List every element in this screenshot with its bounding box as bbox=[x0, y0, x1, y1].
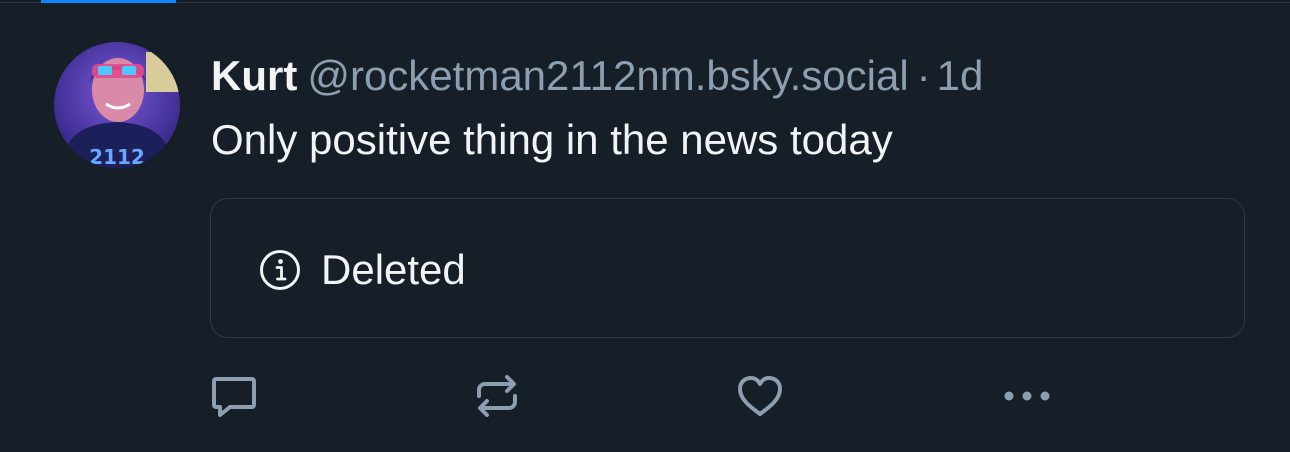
feed-post[interactable]: 2112 Kurt @rocketman2112nm.bsky.social · 1d… bbox=[0, 4, 1290, 452]
feed-divider bbox=[0, 0, 1290, 3]
active-tab-indicator bbox=[41, 0, 176, 3]
post-text: Only positive thing in the news today bbox=[211, 116, 893, 163]
speech-bubble-icon bbox=[212, 377, 256, 417]
like-button[interactable] bbox=[734, 370, 786, 422]
author-avatar[interactable]: 2112 bbox=[54, 42, 180, 168]
author-name[interactable]: Kurt bbox=[211, 52, 297, 99]
reply-button[interactable] bbox=[208, 370, 260, 422]
deleted-label: Deleted bbox=[321, 246, 466, 293]
heart-icon bbox=[738, 376, 782, 416]
avatar-image: 2112 bbox=[54, 42, 180, 168]
ellipsis-icon bbox=[1004, 391, 1050, 401]
more-options-button[interactable] bbox=[1001, 370, 1053, 422]
separator-dot: · bbox=[916, 52, 931, 99]
repost-arrows-icon bbox=[477, 375, 517, 417]
svg-text:2112: 2112 bbox=[89, 145, 145, 168]
post-header: Kurt @rocketman2112nm.bsky.social · 1d bbox=[211, 52, 983, 100]
author-handle[interactable]: @rocketman2112nm.bsky.social bbox=[307, 52, 908, 99]
quoted-post-card: Deleted bbox=[210, 198, 1245, 338]
post-timestamp[interactable]: 1d bbox=[937, 52, 984, 99]
info-icon bbox=[260, 250, 300, 290]
repost-button[interactable] bbox=[471, 370, 523, 422]
